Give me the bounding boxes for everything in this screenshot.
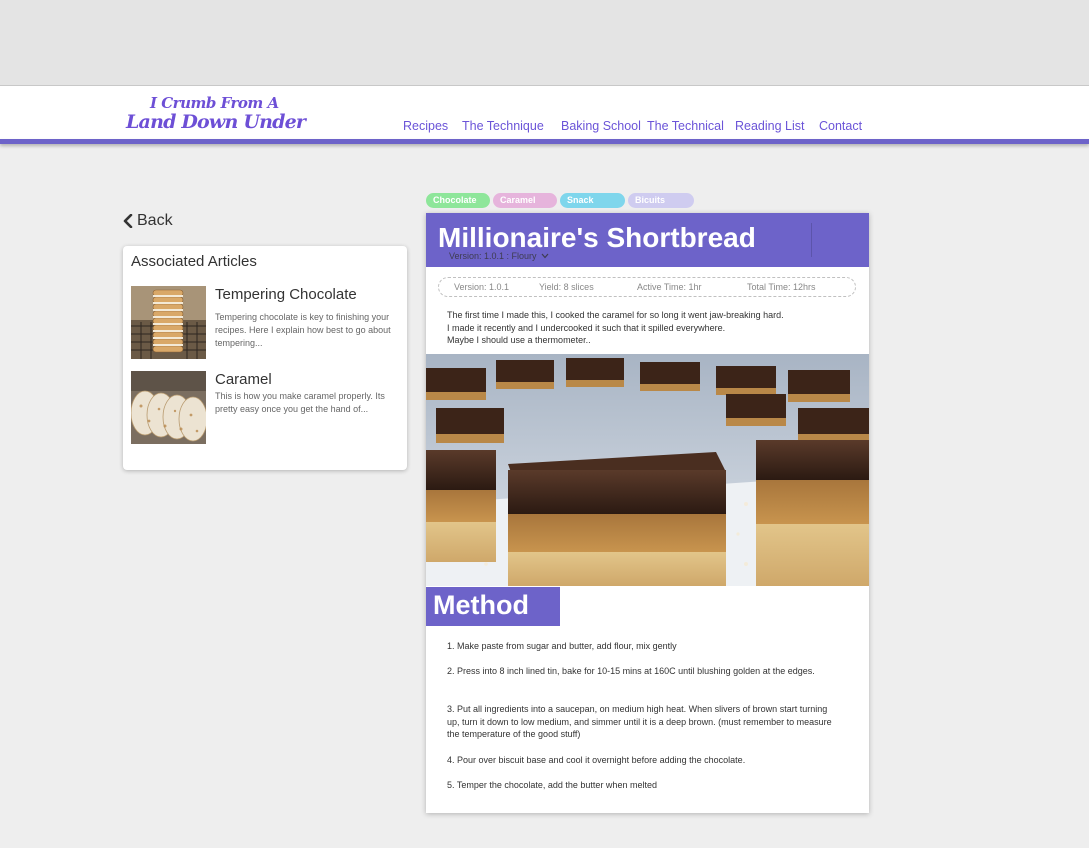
stacked-cookies-image	[131, 286, 206, 359]
method-step: 3. Put all ingredients into a saucepan, …	[447, 704, 832, 739]
associated-articles-title: Associated Articles	[131, 253, 257, 270]
nav-reading-list[interactable]: Reading List	[735, 119, 805, 133]
recipe-intro: The first time I made this, I cooked the…	[447, 309, 847, 347]
site-logo[interactable]: I Crumb From A Land Down Under	[126, 94, 306, 136]
header-accent-rule	[0, 139, 1089, 144]
nav-baking-school[interactable]: Baking School	[561, 119, 641, 133]
associated-articles-panel: Associated Articles Tempering Chocolate …	[123, 246, 407, 470]
tortillas-image	[131, 371, 206, 444]
intro-line: I made it recently and I undercooked it …	[447, 322, 726, 333]
method-header: Method	[426, 587, 560, 626]
top-banner	[0, 0, 1089, 86]
article-card-tempering-chocolate[interactable]: Tempering Chocolate Tempering chocolate …	[131, 286, 401, 360]
meta-version: Version: 1.0.1	[454, 282, 510, 292]
back-label: Back	[137, 212, 173, 229]
method-title: Method	[433, 590, 529, 620]
meta-active-time: Active Time: 1hr	[637, 282, 702, 292]
tag-snack[interactable]: Snack	[560, 193, 625, 208]
recipe-meta-bar: Version: 1.0.1 Yield: 8 slices Active Ti…	[438, 277, 856, 297]
article-card-caramel[interactable]: Caramel This is how you make caramel pro…	[131, 371, 401, 445]
back-button[interactable]: Back	[123, 212, 173, 230]
nav-the-technical[interactable]: The Technical	[647, 119, 724, 133]
chevron-down-icon	[541, 253, 549, 259]
tag-bicuits[interactable]: Bicuits	[628, 193, 694, 208]
meta-total-time: Total Time: 12hrs	[747, 282, 816, 292]
millionaires-shortbread-photo	[426, 354, 869, 586]
method-step: 4. Pour over biscuit base and cool it ov…	[447, 755, 746, 765]
article-title: Caramel	[215, 371, 272, 388]
nav-the-technique[interactable]: The Technique	[462, 119, 544, 133]
version-select[interactable]: Version: 1.0.1 : Floury	[449, 251, 549, 261]
version-select-value: Version: 1.0.1 : Floury	[449, 251, 537, 261]
meta-yield: Yield: 8 slices	[539, 282, 594, 292]
article-description: This is how you make caramel properly. I…	[215, 391, 385, 414]
nav-contact[interactable]: Contact	[819, 119, 862, 133]
method-step: 2. Press into 8 inch lined tin, bake for…	[447, 666, 815, 676]
intro-line: Maybe I should use a thermometer..	[447, 335, 591, 345]
title-divider	[811, 223, 812, 257]
recipe-card: Millionaire's Shortbread Version: 1.0.1 …	[426, 213, 869, 813]
method-step: 5. Temper the chocolate, add the butter …	[447, 780, 657, 790]
logo-line-2: Land Down Under	[126, 111, 306, 133]
article-description: Tempering chocolate is key to finishing …	[215, 312, 391, 348]
tag-chocolate[interactable]: Chocolate	[426, 193, 490, 208]
recipe-title-bar: Millionaire's Shortbread Version: 1.0.1 …	[426, 213, 869, 267]
logo-line-1: I Crumb From A	[150, 94, 279, 112]
method-step: 1. Make paste from sugar and butter, add…	[447, 641, 677, 651]
recipe-title: Millionaire's Shortbread	[438, 222, 756, 253]
nav-recipes[interactable]: Recipes	[403, 119, 448, 133]
article-title: Tempering Chocolate	[215, 286, 357, 303]
intro-line: The first time I made this, I cooked the…	[447, 310, 784, 320]
chevron-left-icon	[123, 214, 133, 228]
tag-caramel[interactable]: Caramel	[493, 193, 557, 208]
